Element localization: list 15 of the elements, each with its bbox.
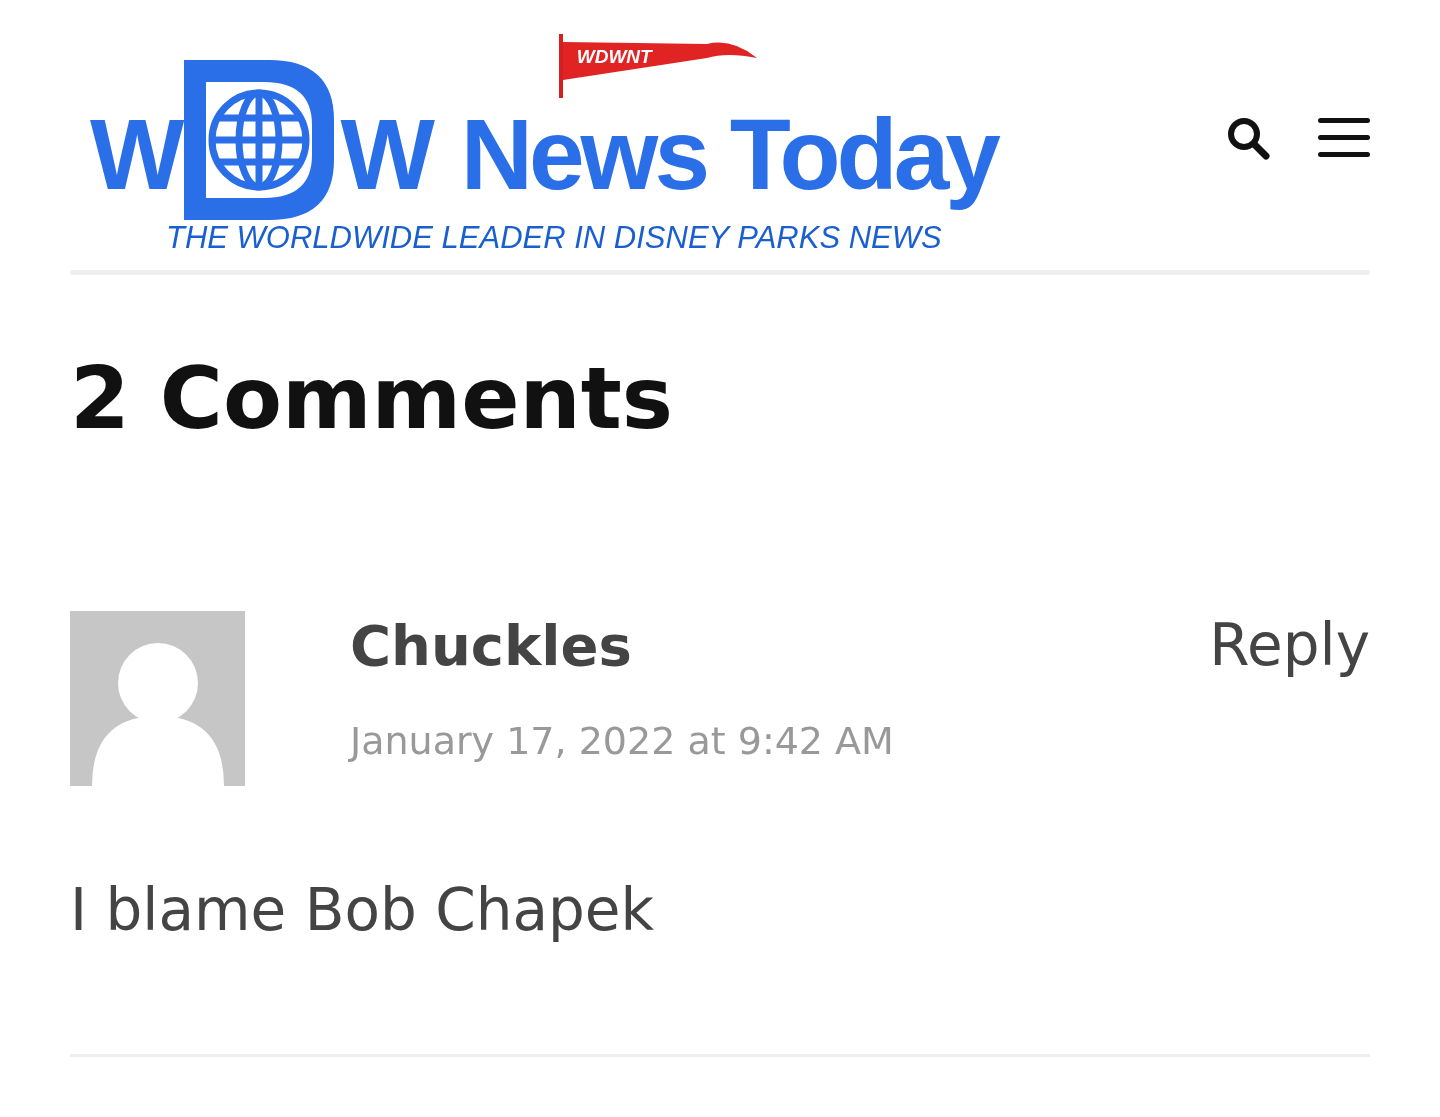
logo-title: News Today xyxy=(460,98,997,210)
pennant-icon xyxy=(556,32,757,98)
logo-letter: W xyxy=(340,98,431,210)
comment-date: January 17, 2022 at 9:42 AM xyxy=(350,718,895,763)
reply-link[interactable]: Reply xyxy=(1209,610,1370,679)
comment-text: I blame Bob Chapek xyxy=(70,875,656,944)
comment-author: Chuckles xyxy=(350,612,632,678)
logo-letter: W xyxy=(90,98,181,210)
pennant-label: WDWNT xyxy=(576,46,652,69)
search-icon[interactable] xyxy=(1226,116,1270,160)
logo-tagline: THE WORLDWIDE LEADER IN DISNEY PARKS NEWS xyxy=(166,220,943,256)
globe-logo-icon xyxy=(184,60,335,220)
avatar-icon xyxy=(70,610,245,786)
menu-icon[interactable] xyxy=(1318,116,1370,160)
comments-heading: 2 Comments xyxy=(70,351,675,446)
